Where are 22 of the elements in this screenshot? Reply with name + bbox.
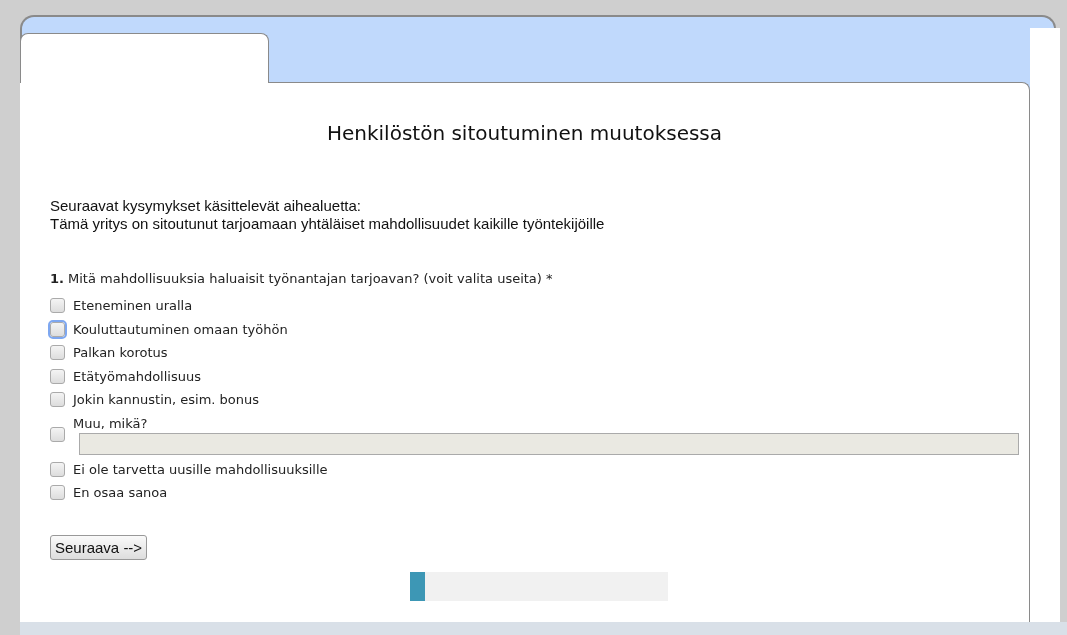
next-button[interactable]: Seuraava -->: [50, 534, 148, 560]
option-label: Eteneminen uralla: [73, 298, 193, 314]
option-label: Jokin kannustin, esim. bonus: [73, 392, 260, 408]
checkbox[interactable]: [50, 321, 65, 337]
option-label: Kouluttautuminen omaan työhön: [73, 321, 288, 337]
option-label: En osaa sanoa: [73, 485, 168, 501]
checkbox[interactable]: [50, 298, 65, 314]
survey-title: Henkilöstön sitoutuminen muutoksessa: [325, 121, 724, 145]
checkbox[interactable]: [50, 427, 65, 442]
option-label: Etätyömahdollisuus: [73, 368, 201, 384]
intro-text: Tämä yritys on sitoutunut tarjoamaan yhtäläiset mahdollisuudet kaikille työntekijöille: [50, 215, 606, 233]
checkbox[interactable]: [50, 345, 65, 361]
checkbox[interactable]: [50, 485, 65, 501]
checkbox[interactable]: [50, 392, 65, 408]
input-field[interactable]: [79, 432, 1019, 455]
checkbox[interactable]: [50, 461, 65, 477]
option-label: Muu, mikä?: [73, 414, 149, 433]
intro-text: Seuraavat kysymykset käsittelevät aihealuetta:: [50, 197, 362, 215]
checkbox[interactable]: [50, 368, 65, 384]
question-text: 1. Mitä mahdollisuuksia haluaisit työnantajan tarjoavan? (voit valita useita) *: [50, 271, 553, 286]
option-label: Palkan korotus: [73, 345, 168, 361]
option-label: Ei ole tarvetta uusille mahdollisuuksille: [73, 461, 328, 477]
